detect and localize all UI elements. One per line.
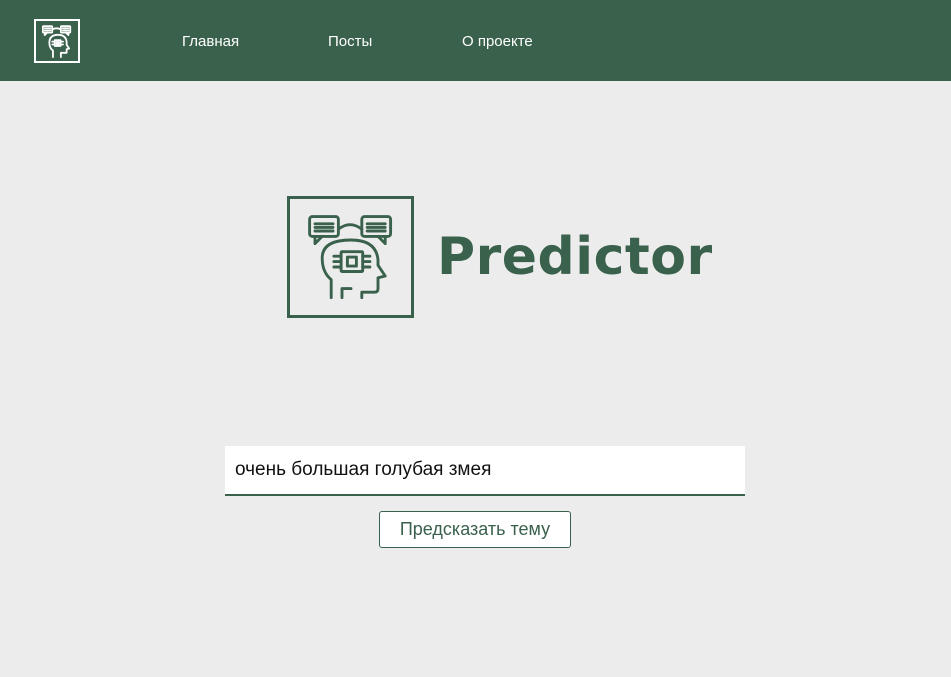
topic-input[interactable] bbox=[225, 446, 745, 496]
nav-logo-link[interactable] bbox=[34, 19, 80, 63]
hero-logo: Predictor bbox=[287, 196, 712, 320]
ai-head-chip-icon bbox=[308, 215, 393, 300]
nav-link-home[interactable]: Главная bbox=[182, 32, 239, 52]
nav-link-about[interactable]: О проекте bbox=[462, 32, 533, 52]
nav-link-posts[interactable]: Посты bbox=[328, 32, 372, 52]
brand-name: Predictor bbox=[437, 227, 713, 287]
top-navbar: Главная Посты О проекте bbox=[0, 0, 951, 81]
hero-logo-frame bbox=[287, 196, 414, 318]
predict-topic-button[interactable]: Предсказать тему bbox=[379, 511, 571, 548]
ai-head-chat-icon bbox=[41, 25, 72, 59]
